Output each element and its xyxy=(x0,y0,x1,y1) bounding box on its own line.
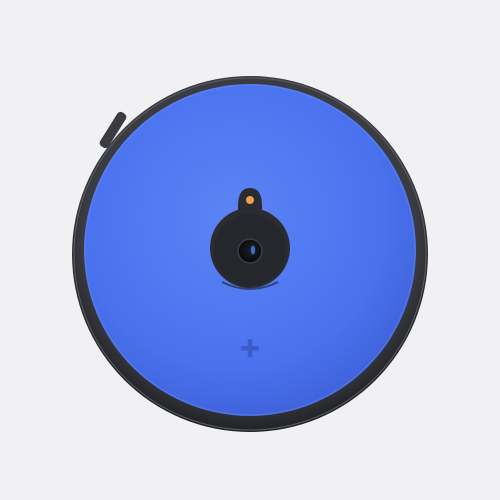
camera-lens-icon xyxy=(237,238,263,264)
robot-vacuum xyxy=(72,76,428,432)
status-led-icon xyxy=(246,196,254,204)
product-photo xyxy=(0,0,500,500)
